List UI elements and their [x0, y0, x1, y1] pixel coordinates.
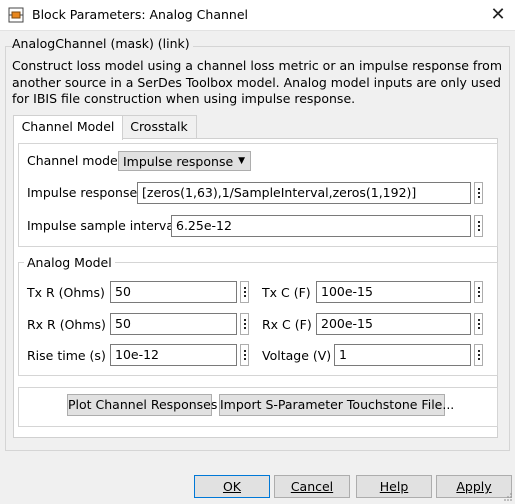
tx-r-field[interactable]: 50 — [110, 281, 237, 303]
impulse-response-label: Impulse response — [27, 185, 138, 200]
cancel-button[interactable]: Cancel — [274, 475, 350, 498]
kebab-menu-icon[interactable] — [474, 215, 483, 237]
simulink-block-icon — [8, 7, 24, 23]
channel-model-dropdown[interactable]: Impulse response ▼ — [118, 151, 251, 171]
tx-r-label: Tx R (Ohms) — [27, 285, 105, 300]
channel-model-value: Impulse response — [123, 154, 234, 169]
rise-time-label: Rise time (s) — [27, 348, 106, 363]
tab-crosstalk[interactable]: Crosstalk — [121, 115, 197, 139]
plot-channel-responses-button[interactable]: Plot Channel Responses — [67, 394, 217, 416]
rx-r-label: Rx R (Ohms) — [27, 317, 106, 332]
resize-grip-icon[interactable] — [503, 492, 513, 502]
tx-c-field[interactable]: 100e-15 — [316, 281, 471, 303]
kebab-menu-icon[interactable] — [474, 313, 483, 335]
mask-description: Construct loss model using a channel los… — [12, 58, 502, 106]
tx-c-label: Tx C (F) — [262, 285, 311, 300]
ok-button[interactable]: OK — [194, 475, 270, 498]
close-icon[interactable]: ✕ — [484, 2, 512, 28]
kebab-menu-icon[interactable] — [474, 182, 483, 204]
channel-model-label: Channel model — [27, 153, 122, 168]
mask-label: AnalogChannel (mask) (link) — [12, 36, 193, 51]
impulse-response-field[interactable]: [zeros(1,63),1/SampleInterval,zeros(1,19… — [137, 182, 471, 204]
apply-button[interactable]: Apply — [436, 475, 512, 498]
voltage-field[interactable]: 1 — [334, 344, 471, 366]
import-touchstone-button[interactable]: Import S-Parameter Touchstone File... — [219, 394, 454, 416]
kebab-menu-icon[interactable] — [240, 313, 249, 335]
voltage-label: Voltage (V) — [262, 348, 332, 363]
chevron-down-icon: ▼ — [238, 156, 245, 166]
impulse-interval-field[interactable]: 6.25e-12 — [171, 215, 471, 237]
rx-c-label: Rx C (F) — [262, 317, 312, 332]
kebab-menu-icon[interactable] — [240, 344, 249, 366]
rx-c-field[interactable]: 200e-15 — [316, 313, 471, 335]
tab-channel-model[interactable]: Channel Model — [13, 115, 123, 140]
window-title: Block Parameters: Analog Channel — [32, 7, 248, 22]
title-bar: Block Parameters: Analog Channel ✕ — [0, 0, 515, 31]
analog-model-title: Analog Model — [24, 255, 115, 270]
kebab-menu-icon[interactable] — [474, 344, 483, 366]
kebab-menu-icon[interactable] — [474, 281, 483, 303]
rx-r-field[interactable]: 50 — [110, 313, 237, 335]
help-button[interactable]: Help — [356, 475, 432, 498]
kebab-menu-icon[interactable] — [240, 281, 249, 303]
impulse-interval-label: Impulse sample interval — [27, 218, 178, 233]
rise-time-field[interactable]: 10e-12 — [110, 344, 237, 366]
